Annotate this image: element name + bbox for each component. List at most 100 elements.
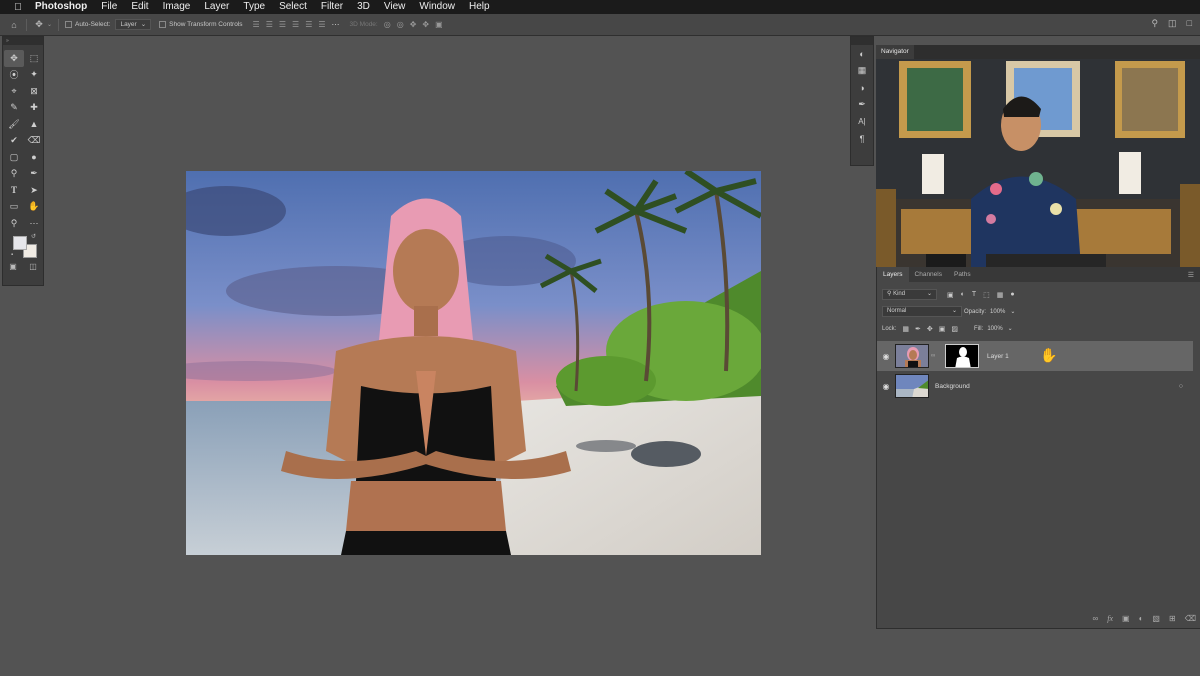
strip-header[interactable]: [851, 37, 873, 45]
brush-panel-icon[interactable]: ✒: [851, 96, 873, 113]
layer-thumbnail[interactable]: [895, 374, 929, 398]
screen-mode-icon[interactable]: ◫: [29, 262, 37, 271]
filter-adjustment-icon[interactable]: ◐: [961, 291, 965, 299]
swap-colors-icon[interactable]: ↺: [31, 233, 36, 240]
menu-layer[interactable]: Layer: [197, 0, 236, 14]
hand-tool-icon[interactable]: ✋: [24, 199, 44, 216]
lock-image-icon[interactable]: ✒: [915, 325, 921, 333]
swatches-panel-icon[interactable]: ▦: [851, 62, 873, 79]
healing-brush-tool-icon[interactable]: ✚: [24, 100, 44, 117]
layer-row-layer-1[interactable]: ◉ ∞ Layer 1: [877, 341, 1193, 371]
menu-edit[interactable]: Edit: [124, 0, 155, 14]
align-bottom-icon[interactable]: ☰: [318, 20, 325, 29]
paragraph-panel-icon[interactable]: ¶: [851, 130, 873, 147]
lasso-tool-icon[interactable]: ⦿: [4, 67, 24, 84]
menu-view[interactable]: View: [377, 0, 413, 14]
delete-layer-icon[interactable]: ⌫: [1185, 614, 1196, 623]
pen-tool-icon[interactable]: ✒: [24, 166, 44, 183]
document-canvas[interactable]: [186, 171, 761, 555]
link-layers-icon[interactable]: ∞: [1093, 614, 1099, 623]
tab-navigator[interactable]: Navigator: [876, 45, 914, 59]
layer-thumbnail[interactable]: [895, 344, 929, 368]
show-transform-checkbox[interactable]: [159, 21, 167, 28]
layer-name[interactable]: Background: [935, 383, 970, 390]
tab-paths[interactable]: Paths: [948, 267, 977, 282]
fx-icon[interactable]: fx: [1107, 614, 1113, 623]
brush-tool-icon[interactable]: 🖌: [4, 116, 24, 133]
lock-all-icon[interactable]: ▨: [951, 325, 958, 333]
stamp-tool-icon[interactable]: ▲: [24, 116, 44, 133]
adjustments-panel-icon[interactable]: ◑: [851, 79, 873, 96]
gradient-tool-icon[interactable]: ▢: [4, 149, 24, 166]
menu-3d[interactable]: 3D: [350, 0, 377, 14]
quick-mask-icon[interactable]: ▣: [9, 262, 17, 271]
chevron-down-icon[interactable]: ⌄: [1008, 325, 1013, 332]
zoom-tool-icon[interactable]: ⚲: [4, 215, 24, 232]
foreground-color-swatch[interactable]: [13, 235, 27, 250]
add-mask-icon[interactable]: ▣: [1122, 614, 1130, 623]
adjustment-layer-icon[interactable]: ◐: [1139, 614, 1144, 623]
3d-orbit-icon[interactable]: ◎: [384, 20, 391, 29]
new-layer-icon[interactable]: ⊞: [1169, 614, 1176, 623]
tab-channels[interactable]: Channels: [909, 267, 948, 282]
eyedropper-tool-icon[interactable]: ✎: [4, 100, 24, 117]
menu-image[interactable]: Image: [156, 0, 198, 14]
home-icon[interactable]: ⌂: [8, 19, 20, 31]
opacity-value[interactable]: 100%: [990, 309, 1005, 315]
layer-name[interactable]: Layer 1: [987, 353, 1009, 360]
shape-tool-icon[interactable]: ▭: [4, 199, 24, 216]
tools-panel-header[interactable]: »: [3, 37, 43, 45]
default-colors-icon[interactable]: ▪: [11, 252, 13, 258]
filter-toggle-icon[interactable]: ●: [1010, 291, 1014, 299]
filter-pixel-icon[interactable]: ▣: [947, 291, 954, 299]
3d-drag-icon[interactable]: ✥: [410, 20, 417, 29]
3d-scale-icon[interactable]: ▣: [435, 20, 443, 29]
layer-mask-thumbnail[interactable]: [945, 344, 979, 368]
blend-mode-dropdown[interactable]: Normal ⌄: [882, 306, 962, 317]
lock-transparent-icon[interactable]: ▦: [902, 325, 909, 333]
workspace-icon[interactable]: ◫: [1168, 18, 1177, 29]
menu-filter[interactable]: Filter: [314, 0, 350, 14]
eye-icon[interactable]: ◉: [877, 352, 895, 361]
eye-icon[interactable]: ◉: [877, 382, 895, 391]
share-icon[interactable]: □: [1187, 18, 1192, 29]
3d-slide-icon[interactable]: ✥: [422, 20, 429, 29]
filter-shape-icon[interactable]: ⬚: [983, 291, 990, 299]
auto-select-target-dropdown[interactable]: Layer ⌄: [115, 19, 152, 30]
character-panel-icon[interactable]: A|: [851, 113, 873, 130]
menu-app-photoshop[interactable]: Photoshop: [33, 0, 94, 14]
auto-select-checkbox[interactable]: [65, 21, 73, 28]
crop-tool-icon[interactable]: ⌖: [4, 83, 24, 100]
panel-menu-icon[interactable]: ☰: [1188, 271, 1194, 279]
align-middle-icon[interactable]: ☰: [305, 20, 312, 29]
color-panel-icon[interactable]: ◐: [851, 45, 873, 62]
frame-tool-icon[interactable]: ⊠: [24, 83, 44, 100]
apple-icon[interactable]: : [11, 2, 25, 13]
align-right-icon[interactable]: ☰: [279, 20, 286, 29]
3d-roll-icon[interactable]: ◎: [397, 20, 404, 29]
align-center-icon[interactable]: ☰: [266, 20, 273, 29]
dodge-tool-icon[interactable]: ⚲: [4, 166, 24, 183]
filter-kind-dropdown[interactable]: ⚲ Kind ⌄: [882, 289, 937, 300]
menu-type[interactable]: Type: [236, 0, 272, 14]
eraser-tool-icon[interactable]: ⌫: [24, 133, 44, 150]
marquee-tool-icon[interactable]: ⬚: [24, 50, 44, 67]
magic-wand-tool-icon[interactable]: ✦: [24, 67, 44, 84]
blur-tool-icon[interactable]: ●: [24, 149, 44, 166]
more-tools-icon[interactable]: ⋯: [24, 215, 44, 232]
lock-icon[interactable]: ○: [1179, 383, 1183, 390]
chevron-down-icon[interactable]: ⌄: [1010, 308, 1015, 315]
filter-smart-object-icon[interactable]: ▦: [997, 291, 1004, 299]
search-icon[interactable]: ⚲: [1151, 18, 1158, 29]
fill-value[interactable]: 100%: [987, 326, 1002, 332]
link-icon[interactable]: ∞: [931, 353, 937, 359]
tab-layers[interactable]: Layers: [877, 267, 909, 282]
menu-select[interactable]: Select: [272, 0, 314, 14]
more-options-icon[interactable]: ⋯: [332, 20, 340, 29]
menu-window[interactable]: Window: [412, 0, 462, 14]
menu-file[interactable]: File: [94, 0, 124, 14]
align-left-icon[interactable]: ☰: [253, 20, 260, 29]
lock-artboard-icon[interactable]: ▣: [939, 325, 946, 333]
lock-position-icon[interactable]: ✥: [927, 325, 933, 333]
menu-help[interactable]: Help: [462, 0, 497, 14]
